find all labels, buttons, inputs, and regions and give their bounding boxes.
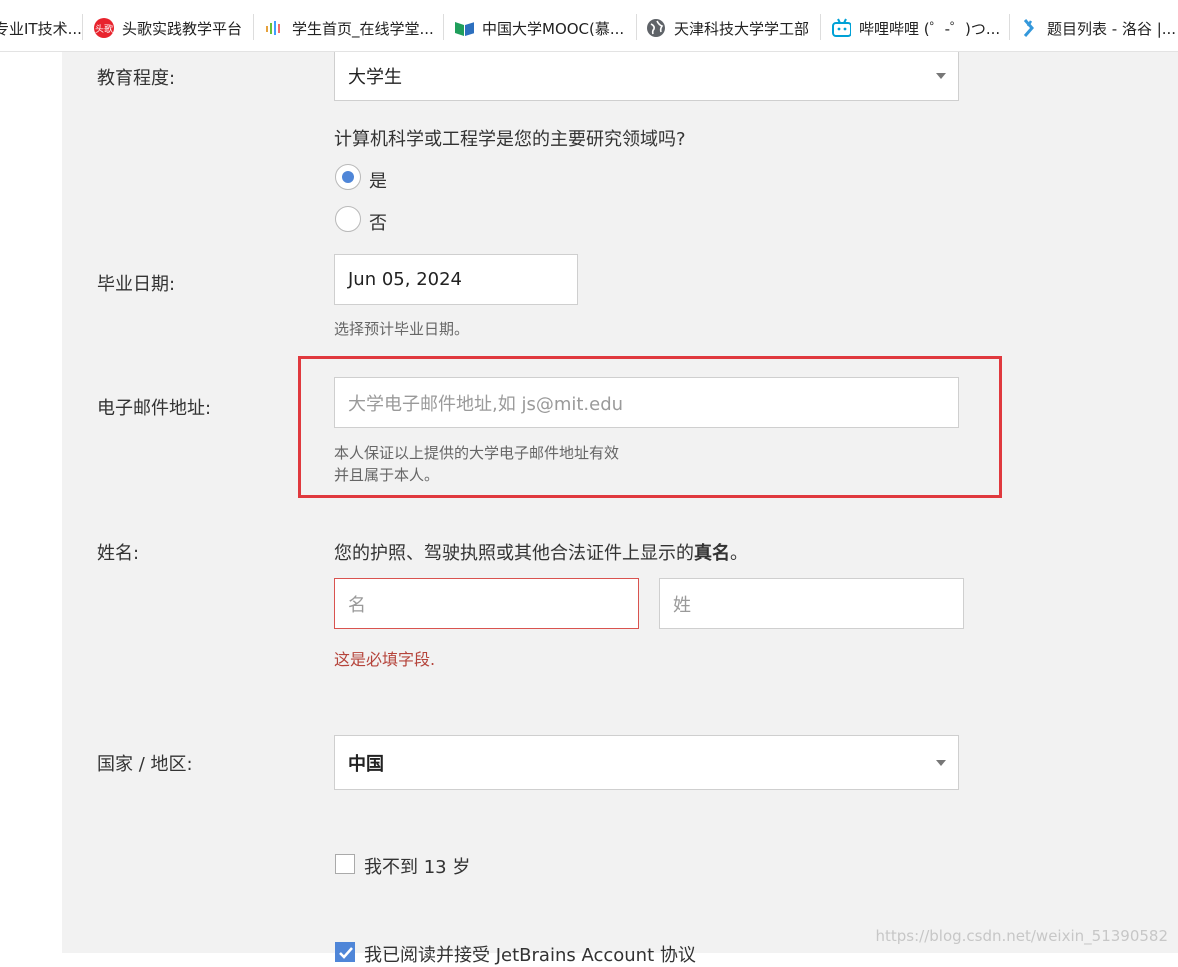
chevron-down-icon	[936, 73, 946, 79]
chevron-down-icon	[936, 760, 946, 766]
bookmark-item[interactable]: 中国大学MOOC(慕...	[454, 17, 624, 39]
name-desc-bold: 真名	[694, 543, 730, 564]
radio-no[interactable]	[335, 206, 361, 232]
bookmark-label: 哔哩哔哩 (゜-゜)つ...	[859, 18, 1000, 39]
education-label: 教育程度:	[97, 64, 175, 90]
agree-checkbox[interactable]	[335, 942, 355, 962]
bookmark-label: 天津科技大学学工部	[674, 18, 809, 39]
page-margin	[0, 52, 62, 953]
graduation-label: 毕业日期:	[97, 270, 175, 296]
email-hint: 本人保证以上提供的大学电子邮件地址有效 并且属于本人。	[334, 442, 619, 486]
bookmark-item[interactable]: 专业IT技术...	[0, 17, 82, 39]
globe-icon	[646, 18, 666, 38]
luogu-icon	[1019, 18, 1039, 38]
last-name-input[interactable]: 姓	[659, 578, 964, 629]
name-label: 姓名:	[97, 539, 139, 565]
bookmark-label: 中国大学MOOC(慕...	[482, 18, 624, 39]
bookmark-item[interactable]: 天津科技大学学工部	[646, 17, 809, 39]
country-value: 中国	[348, 736, 384, 789]
bookmark-item[interactable]: 头歌 头歌实践教学平台	[94, 17, 242, 39]
bookmark-label: 学生首页_在线学堂...	[292, 18, 434, 39]
first-name-placeholder: 名	[348, 579, 366, 628]
name-desc-prefix: 您的护照、驾驶执照或其他合法证件上显示的	[334, 543, 694, 564]
bookmark-label: 题目列表 - 洛谷 |...	[1047, 18, 1176, 39]
bookmark-separator	[636, 14, 637, 40]
bookmark-label: 专业IT技术...	[0, 18, 82, 39]
radio-yes[interactable]	[335, 164, 361, 190]
radio-yes-label[interactable]: 是	[369, 167, 387, 193]
registration-form: 教育程度: 大学生 计算机科学或工程学是您的主要研究领域吗? 是 否 毕业日期:…	[62, 52, 1178, 953]
last-name-placeholder: 姓	[673, 579, 691, 628]
country-select[interactable]: 中国	[334, 735, 959, 790]
radio-no-label[interactable]: 否	[369, 209, 387, 235]
education-value: 大学生	[348, 52, 402, 100]
first-name-input[interactable]: 名	[334, 578, 639, 629]
email-placeholder: 大学电子邮件地址,如 js@mit.edu	[348, 378, 623, 427]
email-hint-line2: 并且属于本人。	[334, 464, 619, 486]
graduation-date-value: Jun 05, 2024	[348, 255, 462, 304]
cs-question-text: 计算机科学或工程学是您的主要研究领域吗?	[334, 125, 686, 151]
under-13-label[interactable]: 我不到 13 岁	[364, 853, 470, 879]
checkmark-icon	[336, 943, 356, 963]
graduation-hint: 选择预计毕业日期。	[334, 318, 469, 340]
email-field[interactable]: 大学电子邮件地址,如 js@mit.edu	[334, 377, 959, 428]
bilibili-tv-icon	[831, 18, 851, 38]
bookmark-separator	[443, 14, 444, 40]
bookmark-item[interactable]: 哔哩哔哩 (゜-゜)つ...	[831, 17, 1000, 39]
education-select[interactable]: 大学生	[334, 52, 959, 101]
country-label: 国家 / 地区:	[97, 750, 193, 776]
bookmarks-bar: 专业IT技术... 头歌 头歌实践教学平台 学生首页_在线学堂... 中国大学M…	[0, 0, 1178, 52]
svg-text:头歌: 头歌	[95, 23, 113, 35]
name-description: 您的护照、驾驶执照或其他合法证件上显示的真名。	[334, 539, 748, 565]
name-desc-suffix: 。	[730, 543, 748, 564]
bookmark-item[interactable]: 学生首页_在线学堂...	[264, 17, 434, 39]
bookmark-item[interactable]: 题目列表 - 洛谷 |...	[1019, 17, 1176, 39]
email-hint-line1: 本人保证以上提供的大学电子邮件地址有效	[334, 442, 619, 464]
bookmark-separator	[820, 14, 821, 40]
bookmark-separator	[1009, 14, 1010, 40]
bookmark-separator	[253, 14, 254, 40]
mooc-book-icon	[454, 18, 474, 38]
under-13-checkbox[interactable]	[335, 854, 355, 874]
toutiao-logo-icon: 头歌	[94, 18, 114, 38]
watermark: https://blog.csdn.net/weixin_51390582	[875, 927, 1168, 945]
bookmark-separator	[82, 14, 83, 40]
name-error-message: 这是必填字段.	[334, 646, 435, 670]
email-label: 电子邮件地址:	[97, 394, 211, 420]
agree-label[interactable]: 我已阅读并接受 JetBrains Account 协议	[364, 941, 696, 967]
graduation-date-input[interactable]: Jun 05, 2024	[334, 254, 578, 305]
bookmark-label: 头歌实践教学平台	[122, 18, 242, 39]
waveform-icon	[264, 18, 284, 38]
